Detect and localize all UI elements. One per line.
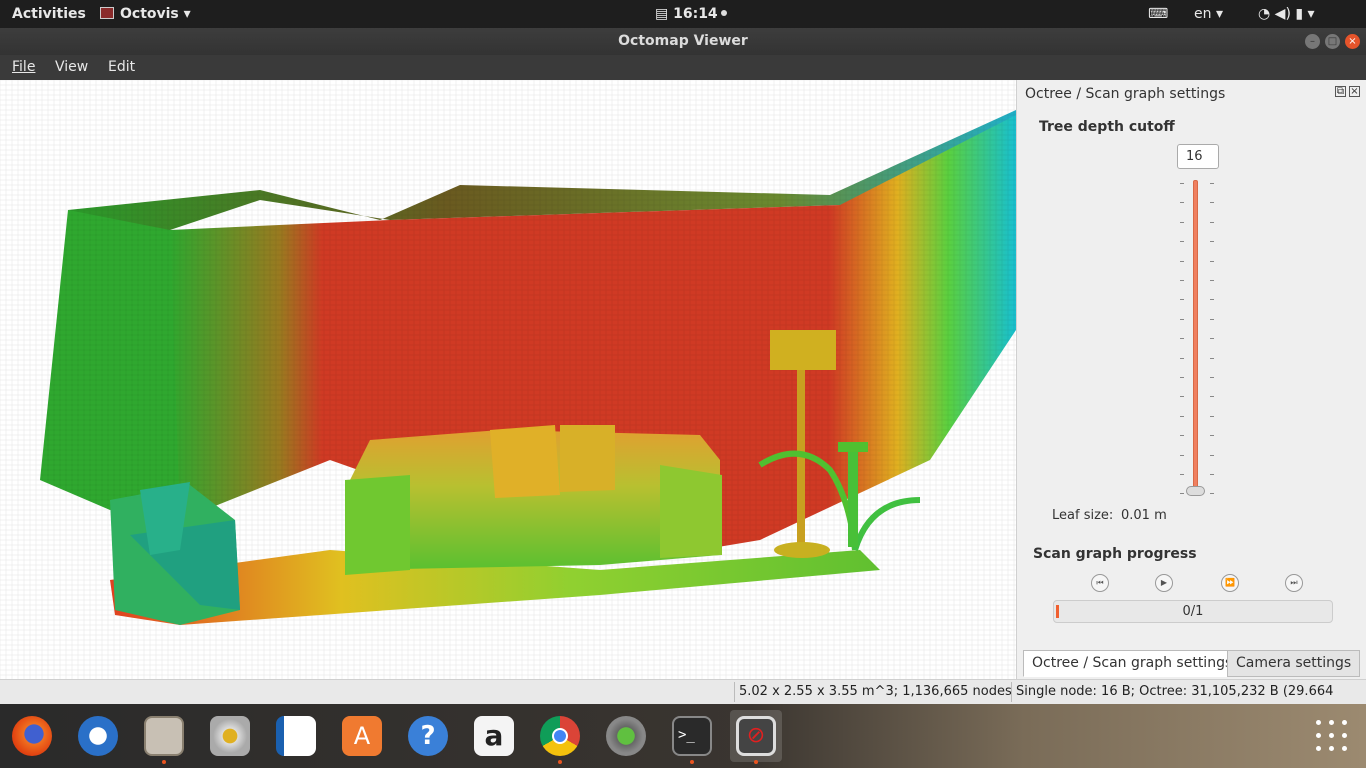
- window-titlebar: Octomap Viewer – □ ×: [0, 28, 1366, 55]
- slider-tick: [1180, 435, 1184, 437]
- progress-text: 0/1: [1182, 604, 1204, 619]
- slider-tick: [1210, 357, 1214, 359]
- float-panel-icon[interactable]: ⧉: [1335, 86, 1346, 97]
- slider-tick: [1180, 493, 1184, 495]
- language-label: en: [1194, 6, 1212, 22]
- slider-tick: [1210, 493, 1214, 495]
- octovis-icon[interactable]: ⊘: [730, 710, 782, 764]
- slider-tick: [1180, 260, 1184, 262]
- menu-bar: File View Edit: [0, 55, 1366, 80]
- tree-depth-slider[interactable]: [1193, 180, 1198, 492]
- slider-tick: [1210, 377, 1214, 378]
- slider-tick: [1210, 338, 1214, 340]
- tree-depth-header: Tree depth cutoff: [1039, 119, 1175, 135]
- clock-time: 16:14: [673, 6, 718, 22]
- leaf-size-value: 0.01 m: [1121, 508, 1167, 523]
- close-panel-icon[interactable]: ×: [1349, 86, 1360, 97]
- panel-buttons: ⧉ ×: [1332, 86, 1360, 97]
- firefox-icon[interactable]: [6, 710, 58, 762]
- scan-graph-header: Scan graph progress: [1033, 546, 1197, 562]
- slider-tick: [1180, 280, 1184, 281]
- slider-tick: [1180, 241, 1184, 243]
- slider-tick: [1210, 202, 1214, 204]
- activities-button[interactable]: Activities: [12, 0, 86, 28]
- menu-edit[interactable]: Edit: [108, 55, 135, 80]
- minimize-button[interactable]: –: [1305, 34, 1320, 49]
- play-button[interactable]: ▶: [1155, 574, 1173, 592]
- octomap-3d-viewport[interactable]: [0, 80, 1016, 679]
- menu-file[interactable]: File: [12, 55, 35, 80]
- help-icon[interactable]: ?: [402, 710, 454, 762]
- slider-tick: [1210, 260, 1214, 262]
- clock[interactable]: ▤ 16:14: [655, 0, 727, 28]
- close-button[interactable]: ×: [1345, 34, 1360, 49]
- files-icon[interactable]: [138, 710, 190, 764]
- chevron-down-icon: ▾: [1307, 6, 1315, 22]
- slider-tick: [1180, 202, 1184, 204]
- skip-to-start-button[interactable]: ⏮: [1091, 574, 1109, 592]
- language-selector[interactable]: en ▾: [1194, 0, 1223, 28]
- scan-graph-progress: 0/1: [1053, 600, 1333, 623]
- tree-depth-spinbox[interactable]: 16: [1177, 144, 1219, 169]
- octree-settings-panel: Octree / Scan graph settings ⧉ × Tree dep…: [1016, 80, 1366, 679]
- slider-tick: [1210, 474, 1214, 475]
- slider-tick: [1180, 183, 1184, 184]
- dock: A ? a >_ ⊘: [0, 704, 1366, 768]
- slider-tick: [1210, 318, 1214, 320]
- writer-icon[interactable]: [270, 710, 322, 762]
- tree-depth-slider-handle[interactable]: [1186, 486, 1205, 496]
- slider-tick: [1210, 183, 1214, 184]
- slider-tick: [1210, 280, 1214, 281]
- slider-tick: [1180, 396, 1184, 398]
- volume-icon: ◀): [1274, 6, 1291, 22]
- slider-tick: [1210, 241, 1214, 243]
- status-bar: 5.02 x 2.55 x 3.55 m^3; 1,136,665 nodes …: [0, 679, 1366, 719]
- maximize-button[interactable]: □: [1325, 34, 1340, 49]
- keyboard-icon[interactable]: ⌨: [1148, 0, 1168, 28]
- panel-title: Octree / Scan graph settings: [1025, 86, 1226, 102]
- rhythmbox-icon[interactable]: [204, 710, 256, 762]
- skip-to-end-button[interactable]: ⏭: [1285, 574, 1303, 592]
- voxel-scene: [0, 80, 1016, 679]
- leaf-size-label: Leaf size:: [1052, 508, 1114, 523]
- octovis-app-icon: [100, 7, 114, 19]
- slider-tick: [1180, 415, 1184, 417]
- slider-tick: [1210, 435, 1214, 437]
- thunderbird-icon[interactable]: [72, 710, 124, 762]
- slider-tick: [1180, 338, 1184, 340]
- show-applications-icon[interactable]: [1316, 720, 1348, 752]
- tab-camera-settings[interactable]: Camera settings: [1227, 650, 1361, 677]
- battery-icon: ▮: [1295, 6, 1304, 22]
- slider-tick: [1180, 299, 1184, 301]
- software-icon[interactable]: A: [336, 710, 388, 762]
- terminal-icon[interactable]: >_: [666, 710, 718, 764]
- app-name: Octovis: [120, 6, 179, 22]
- status-dimensions: 5.02 x 2.55 x 3.55 m^3; 1,136,665 nodes: [734, 682, 1016, 702]
- slider-tick: [1180, 454, 1184, 456]
- wifi-icon: ◔: [1258, 6, 1271, 22]
- app-menu[interactable]: Octovis ▾: [100, 0, 191, 28]
- slider-tick: [1210, 454, 1214, 456]
- slider-tick: [1210, 299, 1214, 301]
- settings-icon[interactable]: [600, 710, 652, 762]
- slider-tick: [1210, 396, 1214, 398]
- tab-octree-settings[interactable]: Octree / Scan graph settings: [1023, 650, 1242, 677]
- notification-dot: [720, 10, 727, 16]
- status-memory: Single node: 16 B; Octree: 31,105,232 B …: [1011, 682, 1366, 719]
- progress-fill: [1056, 605, 1059, 618]
- menu-view[interactable]: View: [55, 55, 88, 80]
- slider-tick: [1210, 221, 1214, 223]
- chrome-icon[interactable]: [534, 710, 586, 764]
- slider-tick: [1180, 377, 1184, 378]
- slider-tick: [1180, 221, 1184, 223]
- system-menu[interactable]: ◔ ◀) ▮ ▾: [1258, 0, 1315, 28]
- top-bar: Activities Octovis ▾ ▤ 16:14 ⌨ en ▾ ◔ ◀)…: [0, 0, 1366, 28]
- slider-tick: [1180, 474, 1184, 475]
- amazon-icon[interactable]: a: [468, 710, 520, 762]
- slider-tick: [1210, 415, 1214, 417]
- step-forward-button[interactable]: ⏩: [1221, 574, 1239, 592]
- slider-tick: [1180, 318, 1184, 320]
- slider-tick: [1180, 357, 1184, 359]
- window-title: Octomap Viewer: [618, 33, 748, 49]
